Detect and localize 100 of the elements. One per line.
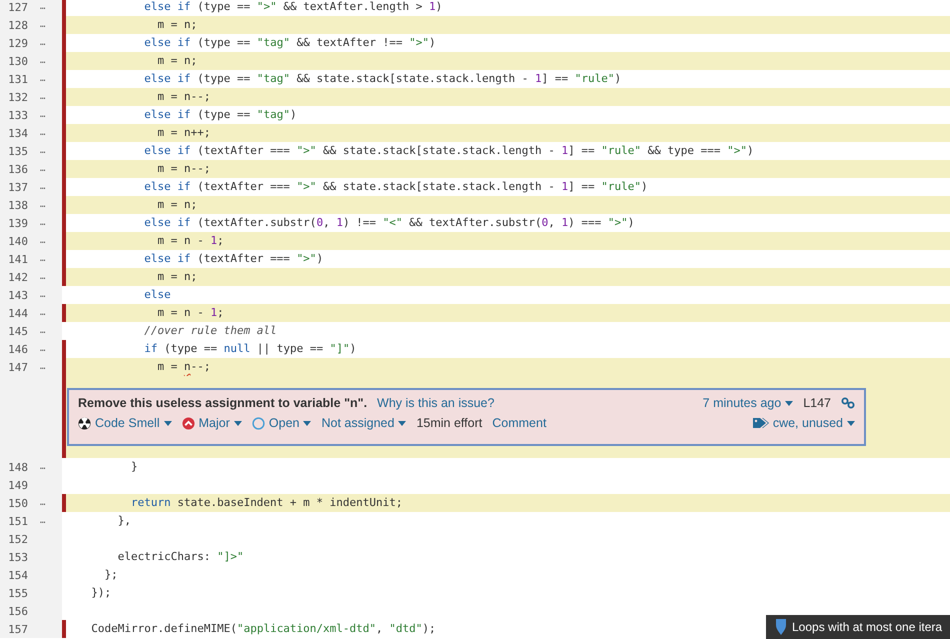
expand-marker[interactable]: … <box>40 516 46 526</box>
age-dropdown[interactable]: 7 minutes ago <box>702 396 794 410</box>
line-number: 147 <box>7 360 28 374</box>
expand-marker[interactable]: … <box>40 200 46 210</box>
expand-marker[interactable]: … <box>40 164 46 174</box>
shield-icon <box>775 619 787 635</box>
line-number: 128 <box>7 18 28 32</box>
expand-marker[interactable]: … <box>40 128 46 138</box>
code-line: m = n; <box>156 53 198 69</box>
expand-marker[interactable]: … <box>40 498 46 508</box>
expand-marker[interactable]: … <box>40 344 46 354</box>
chevron-up-icon <box>182 416 195 430</box>
line-number: 156 <box>7 604 28 618</box>
line-number: 153 <box>7 550 28 564</box>
code-line: else if (type == "tag" && textAfter !== ">") <box>143 35 436 51</box>
code-line: m = n--; <box>156 89 210 105</box>
expand-marker[interactable]: … <box>40 38 46 48</box>
expand-marker[interactable]: … <box>40 462 46 472</box>
code-line: else if (textAfter === ">" && state.stack[state.stack.length - 1] == "rule") <box>143 179 648 195</box>
code-line: else if (textAfter === ">") <box>143 251 324 267</box>
tag-icon <box>752 417 769 429</box>
line-number: 136 <box>7 162 28 176</box>
line-number: 154 <box>7 568 28 582</box>
expand-marker[interactable]: … <box>40 2 46 12</box>
line-number: 157 <box>7 622 28 636</box>
code-line: else if (textAfter === ">" && state.stack[state.stack.length - 1] == "rule" && type === ">") <box>143 143 754 159</box>
code-line: m = n - 1; <box>156 233 224 249</box>
code-line: electricChars: "]>" <box>116 549 244 565</box>
code-line: //over rule them all <box>143 323 277 339</box>
caret-icon <box>234 420 242 426</box>
line-number: 155 <box>7 586 28 600</box>
caret-icon <box>398 420 406 426</box>
severity-dropdown[interactable]: Major <box>182 416 242 430</box>
expand-marker[interactable]: … <box>40 236 46 246</box>
line-number: 137 <box>7 180 28 194</box>
code-line: else if (type == "tag") <box>143 107 297 123</box>
code-line: m = n++; <box>156 125 210 141</box>
code-line: else if (type == ">" && textAfter.length > 1) <box>143 0 442 15</box>
why-link[interactable]: Why is this an issue? <box>377 396 494 410</box>
code-line: }, <box>116 513 131 529</box>
expand-marker[interactable]: … <box>40 74 46 84</box>
effort-label: 15min effort <box>416 416 482 430</box>
caret-icon <box>847 420 855 426</box>
link-icon[interactable] <box>841 397 855 409</box>
line-number: 138 <box>7 198 28 212</box>
issue-message: Remove this useless assignment to variable "n". <box>78 396 368 410</box>
code-line: else if (type == "tag" && state.stack[state.stack.length - 1] == "rule") <box>143 71 622 87</box>
expand-marker[interactable]: … <box>40 146 46 156</box>
expand-marker[interactable]: … <box>40 182 46 192</box>
assignee-dropdown[interactable]: Not assigned <box>321 416 406 430</box>
line-number: 143 <box>7 288 28 302</box>
expand-marker[interactable]: … <box>40 110 46 120</box>
line-number: 127 <box>7 0 28 14</box>
expand-marker[interactable]: … <box>40 92 46 102</box>
line-number: 148 <box>7 460 28 474</box>
code-line: }; <box>103 567 118 583</box>
caret-icon <box>164 420 172 426</box>
line-number: 139 <box>7 216 28 230</box>
line-number: 152 <box>7 532 28 546</box>
code-line: m = n - 1; <box>156 305 224 321</box>
expand-marker[interactable]: … <box>40 56 46 66</box>
line-number: 133 <box>7 108 28 122</box>
code-line: } <box>130 459 138 475</box>
code-line: else if (textAfter.substr(0, 1) !== "<" && textAfter.substr(0, 1) === ">") <box>143 215 634 231</box>
line-number: 141 <box>7 252 28 266</box>
line-number: 142 <box>7 270 28 284</box>
code-line: else <box>143 287 171 303</box>
code-line: m = n--; <box>156 359 210 375</box>
line-number: 134 <box>7 126 28 140</box>
line-reference: L147 <box>803 396 831 410</box>
code-line: if (type == null || type == "]") <box>143 341 356 357</box>
status-dropdown[interactable]: Open <box>252 416 312 430</box>
caret-icon <box>785 400 794 406</box>
expand-marker[interactable]: … <box>40 254 46 264</box>
code-line: }); <box>90 585 112 601</box>
expand-marker[interactable]: … <box>40 362 46 372</box>
expand-marker[interactable]: … <box>40 218 46 228</box>
code-line: return state.baseIndent + m * indentUnit; <box>130 495 403 511</box>
tags-dropdown[interactable]: cwe, unused <box>752 416 855 430</box>
caret-icon <box>303 420 312 426</box>
line-number: 144 <box>7 306 28 320</box>
line-number: 151 <box>7 514 28 528</box>
line-number: 130 <box>7 54 28 68</box>
comment-link[interactable]: Comment <box>492 416 546 430</box>
line-number: 132 <box>7 90 28 104</box>
expand-marker[interactable]: … <box>40 290 46 300</box>
code-line: m = n; <box>156 17 198 33</box>
line-number: 129 <box>7 36 28 50</box>
expand-marker[interactable]: … <box>40 272 46 282</box>
line-number: 145 <box>7 324 28 338</box>
code-line: CodeMirror.defineMIME("application/xml-dtd", "dtd"); <box>90 621 436 637</box>
line-number: 150 <box>7 496 28 510</box>
line-number: 131 <box>7 72 28 86</box>
line-number: 149 <box>7 478 28 492</box>
expand-marker[interactable]: … <box>40 20 46 30</box>
type-dropdown[interactable]: Code Smell <box>78 416 172 430</box>
expand-marker[interactable]: … <box>40 326 46 336</box>
code-line: m = n; <box>156 269 198 285</box>
tooltip-text: Loops with at most one itera <box>792 620 942 634</box>
expand-marker[interactable]: … <box>40 308 46 318</box>
